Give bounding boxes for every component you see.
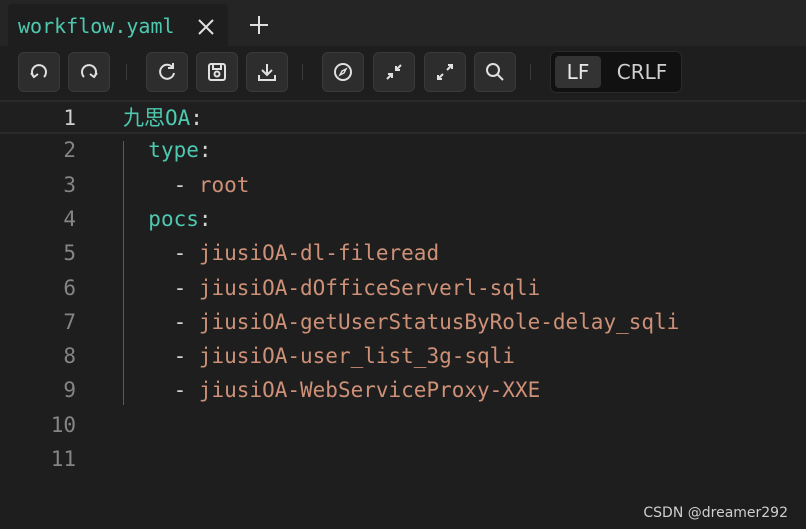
yaml-value: jiusiOA-dOfficeServerl-sqli [198,275,541,300]
watermark: CSDN @dreamer292 [643,505,788,521]
download-button[interactable] [246,52,288,92]
code-line[interactable]: 9 - jiusiOA-WebServiceProxy-XXE [0,374,806,408]
toolbar: LF CRLF [0,46,806,100]
toolbar-divider [302,64,303,80]
collapse-button[interactable] [373,52,415,92]
refresh-icon [159,63,175,80]
code-line[interactable]: 7 - jiusiOA-getUserStatusByRole-delay_sq… [0,306,806,340]
tab-title: workflow.yaml [18,14,175,38]
download-icon [258,64,276,81]
expand-button[interactable] [424,52,466,92]
close-icon[interactable] [195,16,217,38]
code-text: - jiusiOA-WebServiceProxy-XXE [123,375,541,405]
code-editor[interactable]: 1 九思OA: 2 type: 3 - root 4 pocs: 5 - jiusiOA-… [0,100,806,529]
search-icon [486,63,504,81]
line-number: 1 [63,106,76,130]
code-line[interactable]: 1 九思OA: [0,100,806,134]
lf-option[interactable]: LF [555,56,601,88]
line-number: 11 [50,447,76,471]
toolbar-divider [126,64,127,80]
list-dash: - [173,275,199,300]
plus-icon [250,16,268,34]
yaml-colon: : [198,138,212,163]
undo-button[interactable] [18,52,60,92]
code-text: 九思OA: [123,103,203,133]
collapse-icon [386,64,402,80]
code-line[interactable]: 6 - jiusiOA-dOfficeServerl-sqli [0,272,806,306]
undo-icon [30,64,47,79]
code-line[interactable]: 11 [0,443,806,477]
code-line[interactable]: 2 type: [0,134,806,168]
line-number: 5 [63,241,76,266]
crlf-option[interactable]: CRLF [607,56,677,88]
line-number: 6 [63,275,76,300]
list-dash: - [173,241,199,266]
code-text: - jiusiOA-dl-fileread [123,238,440,268]
yaml-key: pocs [148,206,199,231]
line-number: 3 [63,172,76,197]
yaml-value: jiusiOA-dl-fileread [198,241,440,266]
yaml-colon: : [190,106,203,130]
code-line[interactable]: 8 - jiusiOA-user_list_3g-sqli [0,340,806,374]
compass-icon [334,63,352,81]
code-text: - jiusiOA-getUserStatusByRole-delay_sqli [123,307,680,337]
add-tab-button[interactable] [248,14,270,36]
line-number: 8 [63,344,76,369]
toolbar-divider [530,64,531,80]
search-button[interactable] [474,52,516,92]
code-text: - jiusiOA-user_list_3g-sqli [123,341,515,371]
code-line[interactable]: 10 [0,409,806,443]
yaml-value: jiusiOA-WebServiceProxy-XXE [198,378,541,403]
save-button[interactable] [196,52,238,92]
line-number: 10 [50,412,76,437]
refresh-button[interactable] [146,52,188,92]
redo-icon [81,64,98,79]
code-text: - jiusiOA-dOfficeServerl-sqli [123,273,541,303]
compass-button[interactable] [322,52,364,92]
tab-workflow-yaml[interactable]: workflow.yaml [8,4,228,46]
tab-bar: workflow.yaml [0,0,806,46]
yaml-value: jiusiOA-user_list_3g-sqli [198,344,515,369]
yaml-key: 九思OA [123,106,191,130]
line-number: 4 [63,206,76,231]
code-line[interactable]: 3 - root [0,169,806,203]
list-dash: - [173,378,199,403]
save-icon [208,63,226,81]
code-text: pocs: [123,204,212,234]
yaml-colon: : [198,206,212,231]
line-ending-toggle: LF CRLF [550,51,682,93]
line-number: 2 [63,138,76,163]
code-text: type: [123,135,212,165]
redo-button[interactable] [68,52,110,92]
code-text: - root [123,170,250,200]
yaml-value: root [198,172,250,197]
yaml-value: jiusiOA-getUserStatusByRole-delay_sqli [198,309,680,334]
list-dash: - [173,344,199,369]
expand-icon [437,64,453,80]
list-dash: - [173,172,199,197]
line-number: 7 [63,309,76,334]
line-number: 9 [63,378,76,403]
yaml-key: type [148,138,199,163]
list-dash: - [173,309,199,334]
code-line[interactable]: 4 pocs: [0,203,806,237]
code-line[interactable]: 5 - jiusiOA-dl-fileread [0,237,806,271]
